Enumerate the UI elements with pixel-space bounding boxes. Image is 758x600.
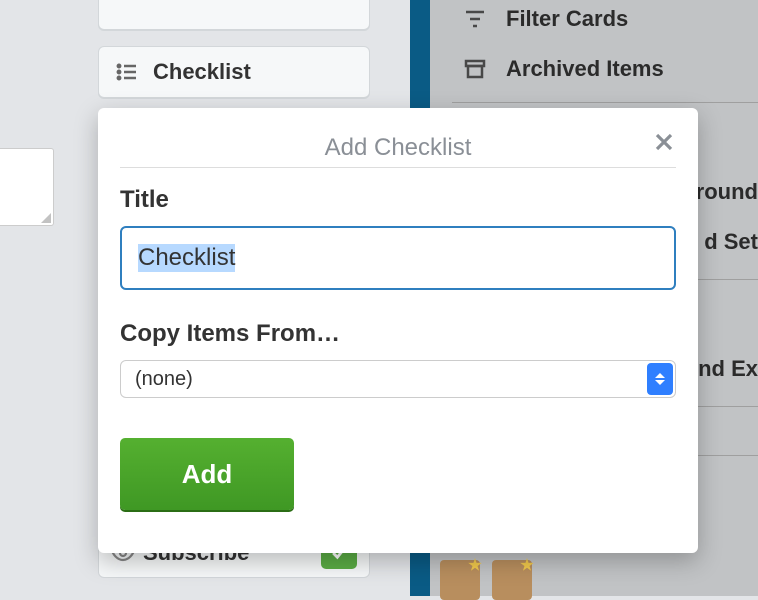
popover-title: Add Checklist xyxy=(325,134,472,162)
menu-item-label: Archived Items xyxy=(506,56,664,82)
copy-from-label: Copy Items From… xyxy=(120,320,676,348)
member-avatars xyxy=(430,560,532,600)
avatar[interactable] xyxy=(492,560,532,600)
popover-header: Add Checklist xyxy=(120,128,676,168)
menu-item-label: nd Ex xyxy=(698,356,758,382)
menu-item-label: d Set xyxy=(704,229,758,255)
menu-item-archived[interactable]: Archived Items xyxy=(440,44,758,94)
checklist-button[interactable]: Checklist xyxy=(98,46,370,98)
menu-item-label: Filter Cards xyxy=(506,6,628,32)
card-sidebar: Checklist xyxy=(98,0,370,98)
filter-icon xyxy=(462,6,488,32)
close-icon[interactable] xyxy=(652,130,676,154)
archive-icon xyxy=(462,56,488,82)
add-checklist-popover: Add Checklist Title Checklist Copy Items… xyxy=(98,108,698,553)
avatar[interactable] xyxy=(440,560,480,600)
divider xyxy=(452,102,758,103)
select-stepper-icon xyxy=(647,363,673,395)
add-button[interactable]: Add xyxy=(120,438,294,510)
copy-from-select[interactable]: (none) xyxy=(120,360,676,398)
button-label: Checklist xyxy=(153,59,251,85)
list-icon xyxy=(115,60,139,84)
title-label: Title xyxy=(120,186,676,214)
sidebar-button-stub[interactable] xyxy=(98,0,370,30)
title-input-value: Checklist xyxy=(138,244,235,272)
select-value: (none) xyxy=(135,368,193,391)
textarea-resize-corner[interactable] xyxy=(0,148,54,226)
title-input[interactable]: Checklist xyxy=(120,226,676,290)
menu-item-filter-cards[interactable]: Filter Cards xyxy=(440,0,758,44)
